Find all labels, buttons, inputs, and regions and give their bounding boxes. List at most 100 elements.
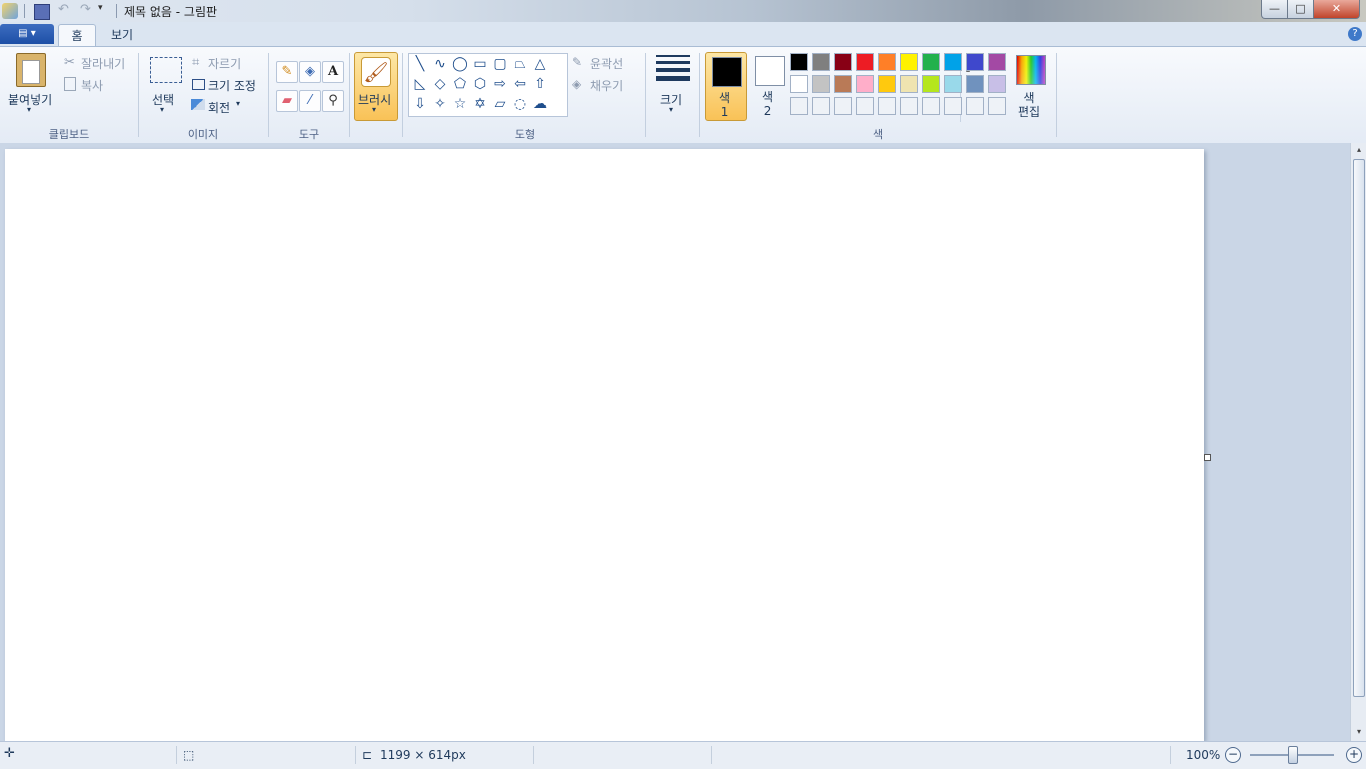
rotate-dropdown-icon[interactable]: ▾ <box>236 99 240 108</box>
canvas-resize-handle[interactable] <box>1204 454 1211 461</box>
select-icon[interactable] <box>150 57 182 83</box>
shape-fill-button[interactable]: 채우기 <box>590 77 623 94</box>
text-tool-icon[interactable]: A <box>322 61 344 83</box>
rotate-button[interactable]: 회전 <box>208 99 230 116</box>
cloud-callout-shape-icon[interactable]: ☁ <box>532 96 548 112</box>
four-point-star-shape-icon[interactable]: ✧ <box>432 96 448 112</box>
palette-color-swatch[interactable] <box>834 97 852 115</box>
help-icon[interactable]: ? <box>1348 27 1362 41</box>
resize-button[interactable]: 크기 조정 <box>208 77 256 94</box>
scroll-up-icon[interactable]: ▴ <box>1353 145 1365 157</box>
fill-bucket-icon[interactable]: ◈ <box>299 61 321 83</box>
palette-color-swatch[interactable] <box>966 97 984 115</box>
palette-color-swatch[interactable] <box>834 75 852 93</box>
line-shape-icon[interactable]: ╲ <box>412 56 428 72</box>
group-separator <box>699 53 700 137</box>
palette-color-swatch[interactable] <box>900 97 918 115</box>
pentagon-shape-icon[interactable]: ⬠ <box>452 76 468 92</box>
palette-color-swatch[interactable] <box>900 75 918 93</box>
edit-colors-icon[interactable] <box>1016 55 1046 85</box>
eraser-icon[interactable]: ▰ <box>276 90 298 112</box>
palette-color-swatch[interactable] <box>878 75 896 93</box>
palette-color-swatch[interactable] <box>856 97 874 115</box>
tab-view[interactable]: 보기 <box>100 24 144 46</box>
triangle-shape-icon[interactable]: △ <box>532 56 548 72</box>
paste-icon[interactable] <box>16 53 46 87</box>
palette-color-swatch[interactable] <box>922 75 940 93</box>
palette-color-swatch[interactable] <box>812 53 830 71</box>
down-arrow-shape-icon[interactable]: ⇩ <box>412 96 428 112</box>
magnifier-icon[interactable]: ⚲ <box>322 90 344 112</box>
palette-color-swatch[interactable] <box>922 53 940 71</box>
left-arrow-shape-icon[interactable]: ⇦ <box>512 76 528 92</box>
palette-color-swatch[interactable] <box>988 97 1006 115</box>
tab-home[interactable]: 홈 <box>58 24 96 47</box>
color2-swatch <box>755 56 785 86</box>
palette-color-swatch[interactable] <box>790 53 808 71</box>
color2-label: 색 2 <box>762 90 774 118</box>
palette-color-swatch[interactable] <box>944 75 962 93</box>
close-button[interactable]: ✕ <box>1313 0 1360 19</box>
color2-button[interactable]: 색 2 <box>749 52 789 119</box>
up-arrow-shape-icon[interactable]: ⇧ <box>532 76 548 92</box>
file-menu-button[interactable]: ▤ ▾ <box>0 24 54 44</box>
zoom-in-button[interactable]: + <box>1346 747 1362 763</box>
zoom-out-button[interactable]: − <box>1225 747 1241 763</box>
edit-colors-button[interactable]: 색 편집 <box>1018 91 1040 119</box>
curve-shape-icon[interactable]: ∿ <box>432 56 448 72</box>
palette-color-swatch[interactable] <box>944 53 962 71</box>
palette-color-swatch[interactable] <box>922 97 940 115</box>
palette-color-swatch[interactable] <box>988 53 1006 71</box>
zoom-slider-thumb[interactable] <box>1288 746 1298 764</box>
vertical-scrollbar[interactable]: ▴ ▾ <box>1350 143 1366 741</box>
undo-icon[interactable]: ↶ <box>58 2 74 18</box>
color-picker-icon[interactable]: ⁄ <box>299 90 321 112</box>
save-icon[interactable] <box>34 4 50 20</box>
color1-button[interactable]: 색 1 <box>705 52 747 121</box>
window-title: 제목 없음 - 그림판 <box>124 5 218 19</box>
palette-color-swatch[interactable] <box>966 53 984 71</box>
rectangle-shape-icon[interactable]: ▭ <box>472 56 488 72</box>
palette-color-swatch[interactable] <box>900 53 918 71</box>
six-point-star-shape-icon[interactable]: ✡ <box>472 96 488 112</box>
oval-shape-icon[interactable]: ◯ <box>452 56 468 72</box>
rounded-rectangle-shape-icon[interactable]: ▢ <box>492 56 508 72</box>
brushes-button[interactable]: 🖌 브러시 ▾ <box>354 52 398 121</box>
palette-color-swatch[interactable] <box>878 53 896 71</box>
palette-color-swatch[interactable] <box>878 97 896 115</box>
palette-color-swatch[interactable] <box>856 53 874 71</box>
pencil-icon[interactable]: ✎ <box>276 61 298 83</box>
scroll-down-icon[interactable]: ▾ <box>1353 727 1365 739</box>
outline-button[interactable]: 윤곽선 <box>590 55 623 72</box>
diamond-shape-icon[interactable]: ◇ <box>432 76 448 92</box>
customize-quick-access-icon[interactable]: ▾ <box>98 3 103 13</box>
minimize-button[interactable]: — <box>1261 0 1288 19</box>
palette-color-swatch[interactable] <box>988 75 1006 93</box>
right-arrow-shape-icon[interactable]: ⇨ <box>492 76 508 92</box>
paint-app-icon[interactable] <box>2 3 18 19</box>
select-dropdown-icon[interactable]: ▾ <box>160 105 164 114</box>
maximize-button[interactable]: □ <box>1287 0 1314 19</box>
rotate-icon <box>191 99 205 110</box>
cut-button[interactable]: 잘라내기 <box>81 55 125 72</box>
hexagon-shape-icon[interactable]: ⬡ <box>472 76 488 92</box>
palette-color-swatch[interactable] <box>834 53 852 71</box>
right-triangle-shape-icon[interactable]: ◺ <box>412 76 428 92</box>
copy-button[interactable]: 복사 <box>81 77 103 94</box>
drawing-canvas[interactable] <box>5 149 1204 741</box>
palette-color-swatch[interactable] <box>944 97 962 115</box>
palette-color-swatch[interactable] <box>812 75 830 93</box>
rect-callout-shape-icon[interactable]: ▱ <box>492 96 508 112</box>
redo-icon[interactable]: ↷ <box>80 2 96 18</box>
scrollbar-thumb[interactable] <box>1353 159 1365 697</box>
palette-color-swatch[interactable] <box>790 75 808 93</box>
polygon-shape-icon[interactable]: ⏢ <box>512 56 528 72</box>
palette-color-swatch[interactable] <box>790 97 808 115</box>
five-point-star-shape-icon[interactable]: ☆ <box>452 96 468 112</box>
crop-button[interactable]: 자르기 <box>208 55 241 72</box>
oval-callout-shape-icon[interactable]: ◌ <box>512 96 528 112</box>
paste-dropdown-icon[interactable]: ▾ <box>27 105 31 114</box>
palette-color-swatch[interactable] <box>856 75 874 93</box>
palette-color-swatch[interactable] <box>966 75 984 93</box>
palette-color-swatch[interactable] <box>812 97 830 115</box>
